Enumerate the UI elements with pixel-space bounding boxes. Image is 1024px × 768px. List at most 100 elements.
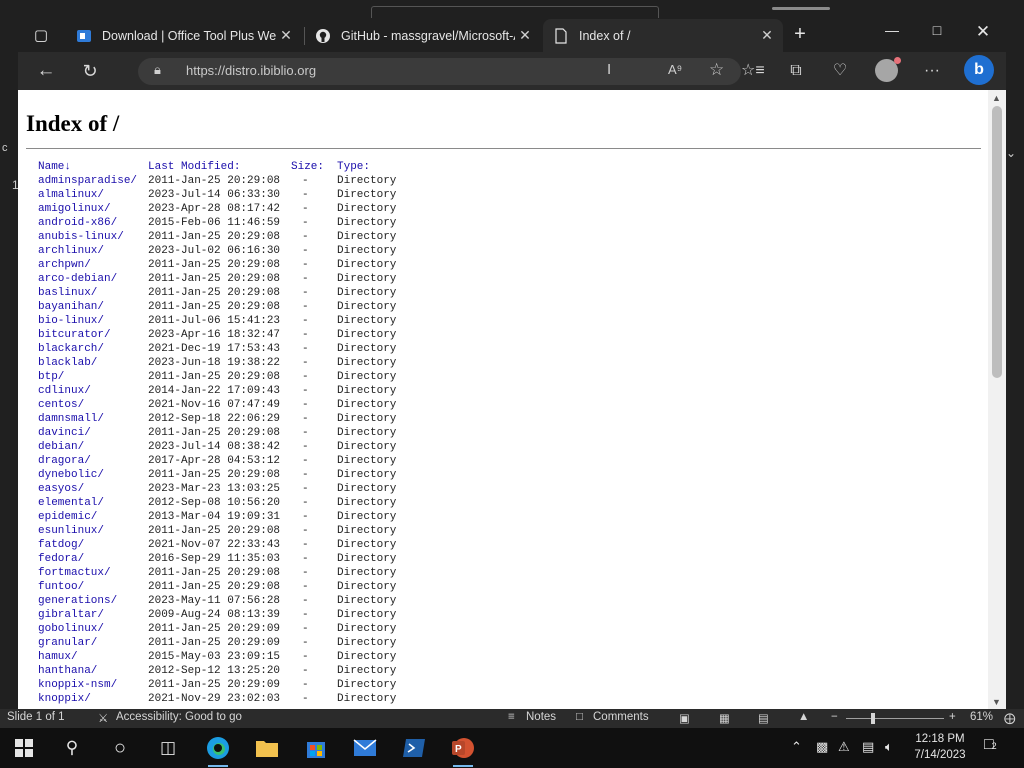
scroll-up-icon[interactable]: ▲ [992,93,1001,103]
security-warning-icon[interactable]: ⚠ [838,739,850,755]
entry-name-link[interactable]: adminsparadise/ [38,174,137,188]
powershell-icon[interactable] [400,734,428,762]
entry-name-link[interactable]: fortmactux/ [38,566,111,580]
normal-view-icon[interactable]: ▣ [679,711,690,725]
column-header-modified[interactable]: Last Modified: [148,160,240,174]
entry-name-link[interactable]: esunlinux/ [38,524,104,538]
entry-name-link[interactable]: damnsmall/ [38,412,104,426]
entry-name-link[interactable]: bitcurator/ [38,328,111,342]
comments-button[interactable]: Comments [593,711,649,723]
entry-name-link[interactable]: easyos/ [38,482,84,496]
entry-name-link[interactable]: gibraltar/ [38,608,104,622]
volume-muted-icon[interactable]: 🔈︎ [885,739,893,755]
close-icon[interactable]: ✕ [515,27,535,44]
show-hidden-icons-icon[interactable]: ⌃ [791,739,802,755]
windows-start-icon[interactable] [10,734,38,762]
entry-name-link[interactable]: android-x86/ [38,216,117,230]
tab-index-of[interactable]: Index of / ✕ [543,19,783,52]
entry-name-link[interactable]: cdlinux/ [38,384,91,398]
scrollbar-thumb[interactable] [992,106,1002,378]
bing-chat-icon[interactable]: b [964,55,994,85]
entry-name-link[interactable]: dragora/ [38,454,91,468]
zoom-out-icon[interactable]: − [831,711,838,723]
column-header-name[interactable]: Name↓ [38,160,71,174]
collections-icon[interactable]: ⧉ [785,60,807,82]
address-url[interactable]: https://distro.ibiblio.org [186,63,316,78]
profile-avatar-icon[interactable] [875,57,901,82]
entry-name-link[interactable]: debian/ [38,440,84,454]
slide-sorter-icon[interactable]: ▦ [719,711,730,725]
read-aloud-icon[interactable]: A⁹ [668,62,682,77]
entry-name-link[interactable]: fedora/ [38,552,84,566]
entry-name-link[interactable]: archpwn/ [38,258,91,272]
entry-name-link[interactable]: arco-debian/ [38,272,117,286]
slideshow-icon[interactable]: ▲ [798,711,809,723]
maximize-button[interactable]: □ [925,22,949,42]
vertical-scrollbar[interactable]: ▲ ▼ [988,90,1006,709]
mail-icon[interactable] [351,734,379,762]
file-explorer-icon[interactable] [253,734,281,762]
cortana-icon[interactable]: ○ [106,734,134,762]
store-icon[interactable] [302,734,330,762]
column-header-size[interactable]: Size: [291,160,324,174]
entry-name-link[interactable]: anubis-linux/ [38,230,124,244]
favorites-icon[interactable]: ☆≡ [741,60,765,82]
close-icon[interactable]: ✕ [757,27,777,44]
entry-name-link[interactable]: epidemic/ [38,510,97,524]
entry-name-link[interactable]: davinci/ [38,426,91,440]
address-bar[interactable]: 🔒︎ https://distro.ibiblio.org I A⁹ ☆ [138,58,741,85]
entry-name-link[interactable]: blackarch/ [38,342,104,356]
favorite-star-icon[interactable]: ☆ [709,60,724,80]
entry-name-link[interactable]: blacklab/ [38,356,97,370]
tab-office-tool-plus[interactable]: Download | Office Tool Plus Website ✕ [66,19,302,52]
edge-browser-icon[interactable] [204,734,232,767]
notes-button[interactable]: Notes [526,711,556,723]
zoom-in-icon[interactable]: + [949,711,956,723]
close-window-button[interactable]: ✕ [971,22,995,42]
entry-name-link[interactable]: bayanihan/ [38,300,104,314]
fit-to-window-icon[interactable]: ⨁ [1004,711,1016,725]
entry-name-link[interactable]: funtoo/ [38,580,84,594]
zoom-level[interactable]: 61% [970,711,993,723]
zoom-slider[interactable] [846,718,944,719]
entry-name-link[interactable]: almalinux/ [38,188,104,202]
entry-name-link[interactable]: archlinux/ [38,244,104,258]
entry-name-link[interactable]: fatdog/ [38,538,84,552]
new-tab-button[interactable]: + [789,24,811,46]
refresh-icon[interactable]: ↻ [79,60,101,82]
accessibility-status[interactable]: Accessibility: Good to go [116,711,242,723]
entry-name-link[interactable]: bio-linux/ [38,314,104,328]
entry-name-link[interactable]: btp/ [38,370,64,384]
entry-name-link[interactable]: dynebolic/ [38,468,104,482]
entry-name-link[interactable]: granular/ [38,636,97,650]
scroll-down-icon[interactable]: ▼ [992,697,1001,707]
reading-view-icon[interactable]: ▤ [758,711,769,725]
entry-name-link[interactable]: elemental/ [38,496,104,510]
entry-name-link[interactable]: hanthana/ [38,664,97,678]
entry-name-link[interactable]: knoppix/ [38,692,91,706]
lock-icon[interactable]: 🔒︎ [154,62,161,78]
entry-name-link[interactable]: knoppix-nsm/ [38,678,117,692]
taskbar-clock[interactable]: 12:18 PM 7/14/2023 [912,731,968,763]
column-header-type[interactable]: Type: [337,160,370,174]
more-options-icon[interactable]: ··· [921,60,943,82]
entry-name-link[interactable]: amigolinux/ [38,202,111,216]
meet-now-icon[interactable]: ▩ [816,739,828,755]
powerpoint-icon[interactable]: P [449,734,477,767]
browser-essentials-icon[interactable]: ♡ [829,60,851,82]
zoom-slider-thumb[interactable] [871,713,875,724]
entry-name-link[interactable]: baslinux/ [38,286,97,300]
tab-github[interactable]: GitHub - massgravel/Microsoft-Activation… [305,19,541,52]
entry-name-link[interactable]: gobolinux/ [38,622,104,636]
entry-name-link[interactable]: generations/ [38,594,117,608]
search-icon[interactable]: ⚲ [58,734,86,762]
entry-name-link[interactable]: hamux/ [38,650,78,664]
close-icon[interactable]: ✕ [276,27,296,44]
tab-actions-icon[interactable]: ▢ [30,24,52,46]
notification-center-icon[interactable]: □2 [984,736,997,754]
slide-indicator[interactable]: Slide 1 of 1 [7,711,65,723]
entry-name-link[interactable]: centos/ [38,398,84,412]
network-icon[interactable]: ▤ [862,739,874,755]
task-view-icon[interactable]: ◫ [154,734,182,762]
back-icon[interactable]: ← [35,60,57,82]
